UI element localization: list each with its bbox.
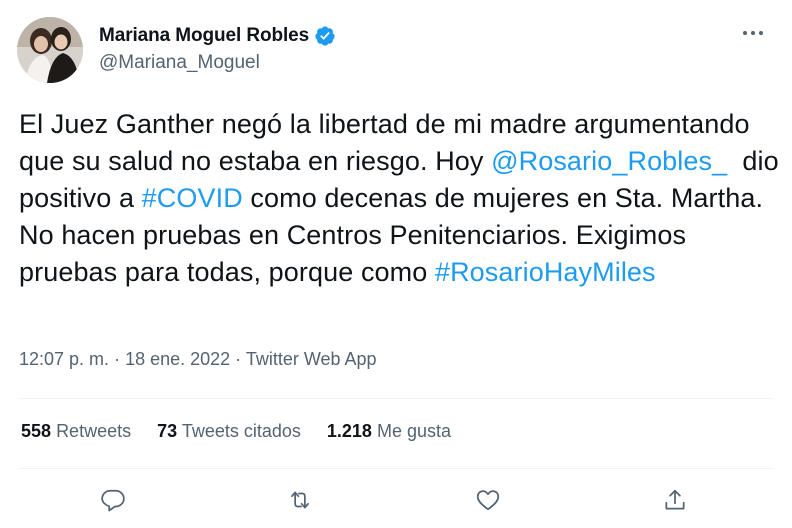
likes-stat[interactable]: 1.218 Me gusta	[327, 421, 451, 442]
divider	[19, 398, 773, 399]
quotes-label: Tweets citados	[181, 421, 301, 441]
more-icon[interactable]	[737, 21, 769, 45]
hashtag-link-rosariohaymiles[interactable]: #RosarioHayMiles	[435, 257, 656, 287]
meta-separator: ·	[109, 349, 126, 369]
divider	[19, 468, 773, 469]
tweet-date[interactable]: 18 ene. 2022	[125, 349, 230, 369]
likes-label: Me gusta	[376, 421, 451, 441]
tweet-text: El Juez Ganther negó la libertad de mi m…	[19, 106, 779, 291]
tweet-source[interactable]: Twitter Web App	[246, 349, 377, 369]
avatar[interactable]	[17, 17, 83, 83]
retweets-count: 558	[21, 421, 52, 441]
tweet-meta: 12:07 p. m. · 18 ene. 2022 · Twitter Web…	[19, 349, 377, 370]
retweets-label: Retweets	[56, 421, 132, 441]
meta-separator: ·	[230, 349, 246, 369]
like-icon[interactable]	[468, 480, 508, 520]
quotes-stat[interactable]: 73 Tweets citados	[157, 421, 301, 442]
display-name[interactable]: Mariana Moguel Robles	[99, 25, 309, 47]
retweet-icon[interactable]	[280, 480, 320, 520]
mention-link[interactable]: @Rosario_Robles_	[491, 146, 727, 176]
share-icon[interactable]	[655, 480, 695, 520]
reply-icon[interactable]	[93, 480, 133, 520]
tweet-stats: 558 Retweets 73 Tweets citados 1.218 Me …	[21, 421, 477, 442]
handle[interactable]: @Mariana_Moguel	[99, 52, 336, 74]
tweet-header: Mariana Moguel Robles @Mariana_Moguel	[17, 17, 775, 83]
hashtag-link-covid[interactable]: #COVID	[142, 183, 243, 213]
verified-badge-icon	[315, 26, 335, 46]
avatar-image	[17, 17, 83, 83]
quotes-count: 73	[157, 421, 178, 441]
retweets-stat[interactable]: 558 Retweets	[21, 421, 131, 442]
tweet-actions	[0, 480, 792, 520]
likes-count: 1.218	[326, 421, 372, 441]
tweet-time[interactable]: 12:07 p. m.	[19, 349, 109, 369]
